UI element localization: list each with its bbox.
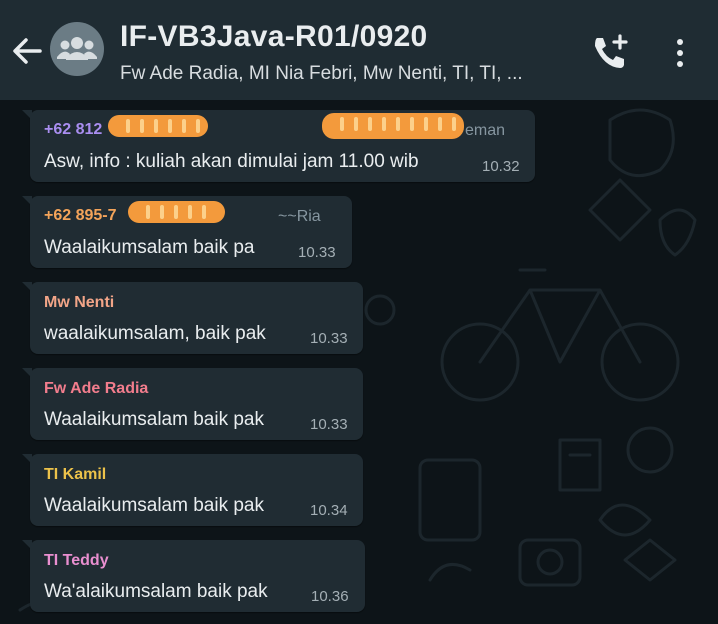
- redaction-stripe: [168, 119, 172, 133]
- message-sender: Fw Ade Radia: [44, 380, 149, 397]
- redaction-stripe: [452, 117, 456, 131]
- redaction-stripe: [126, 119, 130, 133]
- message-bubble[interactable]: +62 812 eman Asw, info : kuliah akan dim…: [22, 110, 535, 182]
- message-sender-alias: eman: [465, 122, 506, 139]
- more-vertical-icon[interactable]: [670, 36, 690, 70]
- message-sender: TI Kamil: [44, 466, 107, 483]
- redaction-stripe: [140, 119, 144, 133]
- redaction-stripe: [382, 117, 386, 131]
- message-sender: Mw Nenti: [44, 294, 115, 311]
- redaction-stripe: [396, 117, 400, 131]
- redaction-stripe: [354, 117, 358, 131]
- message-bubble[interactable]: TI Teddy Wa'alaikumsalam baik pak 10.36: [22, 540, 365, 612]
- message-bubble[interactable]: TI Kamil Waalaikumsalam baik pak 10.34: [22, 454, 363, 526]
- message-bubble[interactable]: Mw Nenti waalaikumsalam, baik pak 10.33: [22, 282, 363, 354]
- chat-participants[interactable]: Fw Ade Radia, MI Nia Febri, Mw Nenti, TI…: [120, 63, 523, 85]
- message-time: 10.33: [298, 244, 336, 261]
- message-sender: +62 895-7: [44, 207, 117, 224]
- message-bubble[interactable]: +62 895-7 ~~Ria Waalaikumsalam baik pa 1…: [22, 196, 352, 268]
- redaction-stripe: [196, 119, 200, 133]
- redaction-stripe: [438, 117, 442, 131]
- message-sender-alias: ~~Ria: [278, 208, 321, 225]
- redaction-stripe: [174, 205, 178, 219]
- redaction-stripe: [424, 117, 428, 131]
- arrow-left-icon[interactable]: [10, 34, 44, 68]
- redaction-stripe: [340, 117, 344, 131]
- message-sender: TI Teddy: [44, 552, 109, 569]
- redaction-stripe: [182, 119, 186, 133]
- redaction-stripe: [410, 117, 414, 131]
- chat-header: IF-VB3Java-R01/0920 Fw Ade Radia, MI Nia…: [0, 0, 718, 100]
- redaction-stripe: [202, 205, 206, 219]
- message-text: waalaikumsalam, baik pak: [44, 323, 266, 344]
- message-time: 10.33: [310, 330, 348, 347]
- redaction-stripe: [160, 205, 164, 219]
- message-text: Waalaikumsalam baik pak: [44, 495, 264, 516]
- message-time: 10.36: [311, 588, 349, 605]
- message-text: Waalaikumsalam baik pa: [44, 237, 255, 258]
- group-avatar[interactable]: [50, 22, 104, 76]
- message-text: Asw, info : kuliah akan dimulai jam 11.0…: [44, 151, 419, 172]
- redaction-scribble: [108, 115, 208, 137]
- message-sender: +62 812: [44, 121, 103, 138]
- group-avatar-icon: [57, 37, 97, 60]
- redaction-stripe: [188, 205, 192, 219]
- redaction-stripe: [368, 117, 372, 131]
- redaction-stripe: [146, 205, 150, 219]
- redaction-stripe: [154, 119, 158, 133]
- redaction-scribble: [128, 201, 225, 223]
- message-bubble[interactable]: Fw Ade Radia Waalaikumsalam baik pak 10.…: [22, 368, 363, 440]
- message-time: 10.32: [482, 158, 520, 175]
- message-time: 10.34: [310, 502, 348, 519]
- redaction-scribble: [322, 113, 464, 139]
- chat-title[interactable]: IF-VB3Java-R01/0920: [120, 20, 428, 54]
- add-call-icon[interactable]: [590, 34, 630, 70]
- message-text: Wa'alaikumsalam baik pak: [44, 581, 268, 602]
- message-text: Waalaikumsalam baik pak: [44, 409, 264, 430]
- message-time: 10.33: [310, 416, 348, 433]
